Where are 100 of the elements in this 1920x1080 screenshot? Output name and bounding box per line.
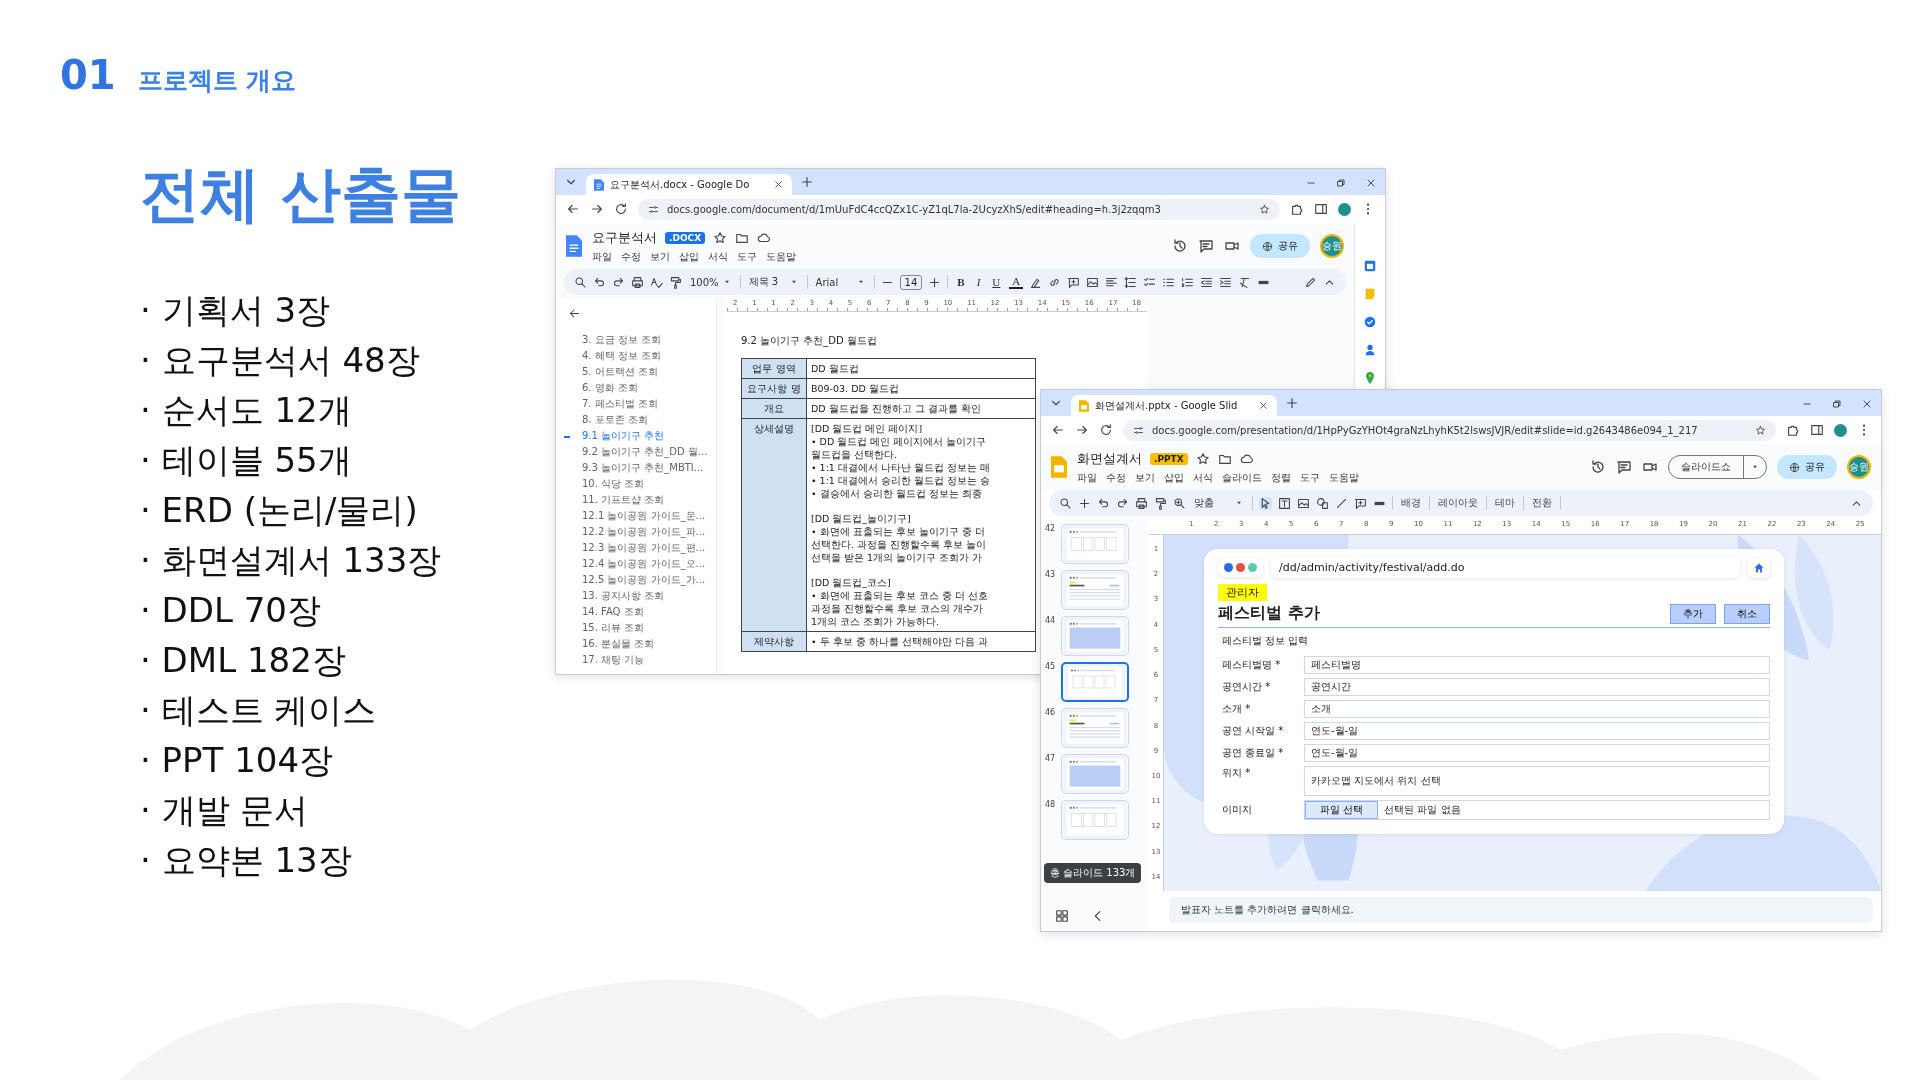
underline-button[interactable]: U xyxy=(989,276,1004,288)
outline-item[interactable]: 12.1 놀이공원 가이드_운... xyxy=(556,508,716,524)
form-button[interactable]: 취소 xyxy=(1724,604,1770,624)
history-icon[interactable] xyxy=(1590,459,1606,475)
outline-item[interactable]: 6. 영화 조회 xyxy=(556,380,716,396)
bold-button[interactable]: B xyxy=(954,276,968,288)
outline-item[interactable]: 17. 채팅 기능 xyxy=(556,652,716,668)
checklist-icon[interactable] xyxy=(1143,275,1157,289)
browser-tab[interactable]: 화면설계서.pptx - Google Slid xyxy=(1071,395,1277,416)
star-icon[interactable] xyxy=(1259,203,1270,215)
close-icon[interactable] xyxy=(1365,177,1377,189)
reload-icon[interactable] xyxy=(614,202,628,216)
clear-format-icon[interactable] xyxy=(1238,275,1252,289)
outline-item[interactable]: 14. FAQ 조회 xyxy=(556,604,716,620)
file-field[interactable]: 파일 선택 선택된 파일 없음 xyxy=(1304,800,1770,820)
comment-add-icon[interactable] xyxy=(1354,496,1367,510)
text-color-button[interactable]: A xyxy=(1009,275,1024,289)
star-icon[interactable] xyxy=(1755,424,1766,436)
avatar[interactable]: 승원 xyxy=(1320,234,1344,258)
avatar-icon[interactable] xyxy=(1834,423,1847,437)
search-icon[interactable] xyxy=(1059,496,1072,510)
italic-button[interactable]: I xyxy=(973,276,984,288)
restore-icon[interactable] xyxy=(1831,398,1843,410)
outline-item[interactable]: 12.2 놀이공원 가이드_파... xyxy=(556,524,716,540)
menu-item[interactable]: 도움말 xyxy=(766,249,796,264)
redo-icon[interactable] xyxy=(612,275,625,289)
outline-item[interactable]: 16. 분실물 조회 xyxy=(556,636,716,652)
close-icon[interactable] xyxy=(1861,398,1873,410)
back-icon[interactable] xyxy=(1051,423,1065,437)
person-icon[interactable] xyxy=(1363,343,1377,357)
plus-icon[interactable] xyxy=(928,275,942,289)
menu-item[interactable]: 정렬 xyxy=(1271,470,1291,485)
close-icon[interactable] xyxy=(773,179,784,190)
extension-icon[interactable] xyxy=(1786,423,1800,437)
speaker-notes-field[interactable]: 발표자 노트를 추가하려면 클릭하세요. xyxy=(1169,897,1873,923)
text-box-icon[interactable] xyxy=(1278,496,1291,510)
indent-increase-icon[interactable] xyxy=(1219,275,1233,289)
comment-add-icon[interactable] xyxy=(1067,275,1081,289)
toolbar-button[interactable]: 전환 xyxy=(1530,496,1554,510)
check-circle-icon[interactable] xyxy=(1363,315,1377,329)
forward-icon[interactable] xyxy=(1075,423,1089,437)
outline-item[interactable]: 15. 리뷰 조회 xyxy=(556,620,716,636)
menu-item[interactable]: 삽입 xyxy=(679,249,699,264)
paint-format-icon[interactable] xyxy=(669,275,682,289)
menu-item[interactable]: 도구 xyxy=(1300,470,1320,485)
outline-item[interactable]: 9.2 놀이기구 추천_DD 월... xyxy=(556,444,716,460)
avatar-icon[interactable] xyxy=(1338,202,1351,216)
document-title[interactable]: 요구분석서 xyxy=(592,228,657,247)
redo-icon[interactable] xyxy=(1116,496,1129,510)
restore-icon[interactable] xyxy=(1335,177,1347,189)
reload-icon[interactable] xyxy=(1099,423,1113,437)
line-spacing-icon[interactable] xyxy=(1124,275,1138,289)
star-icon[interactable] xyxy=(1195,451,1210,466)
numbered-list-icon[interactable] xyxy=(1181,275,1195,289)
grid-view-icon[interactable] xyxy=(1055,909,1069,923)
back-icon[interactable] xyxy=(568,307,581,320)
menu-item[interactable]: 파일 xyxy=(592,249,612,264)
outline-item[interactable]: 4. 혜택 정보 조회 xyxy=(556,348,716,364)
undo-icon[interactable] xyxy=(1097,496,1110,510)
share-button[interactable]: 공유 xyxy=(1777,455,1837,479)
avatar[interactable]: 승원 xyxy=(1847,455,1871,479)
comment-icon[interactable] xyxy=(1198,238,1214,254)
file-button[interactable]: 파일 선택 xyxy=(1305,801,1379,819)
form-button[interactable]: 추가 xyxy=(1670,604,1716,624)
font-dropdown[interactable]: Arial xyxy=(813,276,868,288)
zoom-icon[interactable] xyxy=(1173,496,1186,510)
zoom-dropdown[interactable]: 100% xyxy=(688,276,734,288)
menu-item[interactable]: 삽입 xyxy=(1164,470,1184,485)
outline-item[interactable]: 11. 기프트샵 조회 xyxy=(556,492,716,508)
outline-item[interactable]: 9.1 놀이기구 추천 xyxy=(556,428,716,444)
print-icon[interactable] xyxy=(1135,496,1148,510)
site-settings-icon[interactable] xyxy=(1133,424,1144,436)
shapes-icon[interactable] xyxy=(1316,496,1329,510)
share-button[interactable]: 공유 xyxy=(1250,234,1310,258)
style-dropdown[interactable]: 제목 3 xyxy=(746,275,801,289)
plus-icon[interactable] xyxy=(1078,496,1091,510)
pencil-icon[interactable] xyxy=(1304,275,1317,289)
outline-item[interactable]: 3. 요금 정보 조회 xyxy=(556,332,716,348)
menu-item[interactable]: 슬라이드 xyxy=(1222,470,1262,485)
line-icon[interactable] xyxy=(1335,496,1348,510)
menu-item[interactable]: 보기 xyxy=(1135,470,1155,485)
close-icon[interactable] xyxy=(1258,400,1269,411)
outline-item[interactable]: 12.3 놀이공원 가이드_편... xyxy=(556,540,716,556)
site-settings-icon[interactable] xyxy=(648,203,659,215)
cursor-icon[interactable] xyxy=(1259,496,1272,510)
presentation-title[interactable]: 화면설계서 xyxy=(1077,449,1142,468)
extension-icon[interactable] xyxy=(1290,202,1304,216)
outline-item[interactable]: 8. 포토존 조회 xyxy=(556,412,716,428)
comment-icon[interactable] xyxy=(1616,459,1632,475)
menu-item[interactable]: 서식 xyxy=(708,249,728,264)
sidebar-icon[interactable] xyxy=(1314,202,1328,216)
outline-item[interactable]: 12.5 놀이공원 가이드_가... xyxy=(556,572,716,588)
outline-item[interactable]: 13. 공지사항 조회 xyxy=(556,588,716,604)
calendar-icon[interactable] xyxy=(1363,259,1377,273)
toolbar-button[interactable]: 레이아웃 xyxy=(1436,496,1480,510)
address-bar[interactable]: docs.google.com/document/d/1mUuFdC4ccQZx1C-yZ1qL7la-2UcyzXhS/edit#heading=h.3j2zqqm3 xyxy=(638,198,1280,220)
address-bar[interactable]: docs.google.com/presentation/d/1HpPyGzYHOt4graNzLhyhK5t2lswsJVJR/edit#slide=id.g2643486e094_1_217 xyxy=(1123,419,1776,441)
slide-thumbnail[interactable] xyxy=(1061,662,1129,702)
document-icon[interactable] xyxy=(566,235,582,257)
toolbar-button[interactable]: 테마 xyxy=(1493,496,1517,510)
